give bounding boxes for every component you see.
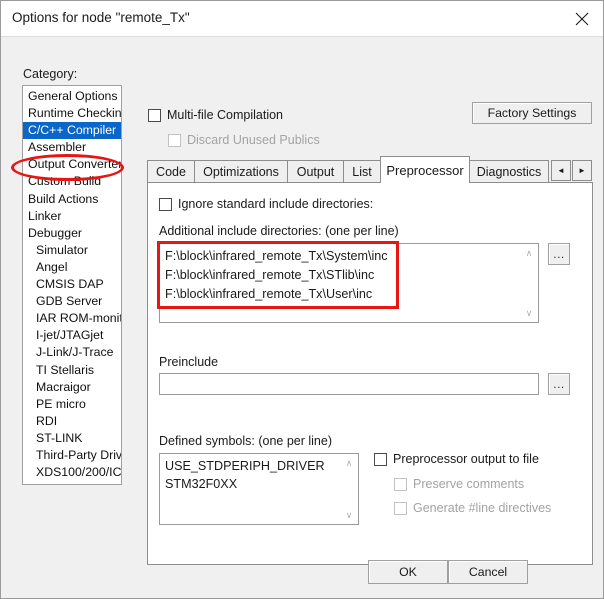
sidebar-item-cmsis-dap[interactable]: CMSIS DAP <box>23 276 121 293</box>
discard-unused-publics-label: Discard Unused Publics <box>187 133 320 147</box>
defined-symbols-value: USE_STDPERIPH_DRIVER STM32F0XX <box>165 459 325 491</box>
preserve-comments-label: Preserve comments <box>413 477 525 491</box>
tab-preprocessor[interactable]: Preprocessor <box>380 156 470 183</box>
sidebar-item-st-link[interactable]: ST-LINK <box>23 430 121 447</box>
tab-scroll-left-icon[interactable]: ◄ <box>551 160 571 181</box>
sidebar-item-debugger[interactable]: Debugger <box>23 225 121 242</box>
preprocessor-output-to-file-label: Preprocessor output to file <box>393 452 539 466</box>
window-title: Options for node "remote_Tx" <box>12 10 190 25</box>
checkbox-box <box>394 501 407 515</box>
preprocessor-tab-panel: Ignore standard include directories: Add… <box>147 182 593 565</box>
scroll-up-icon[interactable]: ∧ <box>341 455 357 471</box>
ignore-standard-includes-label: Ignore standard include directories: <box>178 197 374 211</box>
tab-diagnostics[interactable]: Diagnostics <box>469 160 549 182</box>
scroll-down-icon[interactable]: ∨ <box>521 305 537 321</box>
additional-includes-value: F:\block\infrared_remote_Tx\System\inc F… <box>165 249 388 301</box>
defined-symbols-label: Defined symbols: (one per line) <box>159 434 332 448</box>
factory-settings-button[interactable]: Factory Settings <box>472 102 592 124</box>
sidebar-item-rdi[interactable]: RDI <box>23 413 121 430</box>
additional-includes-input[interactable]: F:\block\infrared_remote_Tx\System\inc F… <box>159 243 539 323</box>
close-icon[interactable] <box>559 1 603 36</box>
tab-code[interactable]: Code <box>147 160 195 182</box>
defined-symbols-input[interactable]: USE_STDPERIPH_DRIVER STM32F0XX ∧ ∨ <box>159 453 359 525</box>
checkbox-box <box>374 452 387 466</box>
defined-symbols-scrollbar[interactable]: ∧ ∨ <box>341 455 357 523</box>
sidebar-item-runtime-checking[interactable]: Runtime Checking <box>23 105 121 122</box>
sidebar-item-ti-stellaris[interactable]: TI Stellaris <box>23 362 121 379</box>
category-list[interactable]: General Options Runtime Checking C/C++ Com… <box>22 85 122 485</box>
additional-includes-scrollbar[interactable]: ∧ ∨ <box>521 245 537 321</box>
tab-scroll-right-icon[interactable]: ► <box>572 160 592 181</box>
sidebar-item-j-link-j-trace[interactable]: J-Link/J-Trace <box>23 344 121 361</box>
sidebar-item-i-jet-jtagjet[interactable]: I-jet/JTAGjet <box>23 327 121 344</box>
sidebar-item-xds100-200-icdi[interactable]: XDS100/200/ICDI <box>23 464 121 481</box>
sidebar-item-macraigor[interactable]: Macraigor <box>23 379 121 396</box>
title-bar: Options for node "remote_Tx" <box>1 1 603 37</box>
discard-unused-publics-checkbox: Discard Unused Publics <box>168 133 320 147</box>
tab-list[interactable]: List <box>343 160 381 182</box>
sidebar-item-linker[interactable]: Linker <box>23 208 121 225</box>
checkbox-box <box>159 197 172 211</box>
multi-file-compilation-checkbox[interactable]: Multi-file Compilation <box>148 108 283 122</box>
sidebar-item-simulator[interactable]: Simulator <box>23 242 121 259</box>
chevron-right-icon: ► <box>578 165 586 175</box>
sidebar-item-third-party-driver[interactable]: Third-Party Driver <box>23 447 121 464</box>
sidebar-item-assembler[interactable]: Assembler <box>23 139 121 156</box>
sidebar-item-angel[interactable]: Angel <box>23 259 121 276</box>
browse-preinclude-button[interactable]: ... <box>548 373 570 395</box>
checkbox-box <box>168 133 181 147</box>
settings-panel: Factory Settings Multi-file Compilation … <box>133 54 593 565</box>
sidebar-item-c-c-compiler[interactable]: C/C++ Compiler <box>23 122 121 140</box>
sidebar-item-custom-build[interactable]: Custom Build <box>23 173 121 190</box>
cancel-button[interactable]: Cancel <box>448 560 528 584</box>
generate-line-directives-label: Generate #line directives <box>413 501 552 515</box>
tab-output[interactable]: Output <box>287 160 344 182</box>
browse-includes-button[interactable]: ... <box>548 243 570 265</box>
preinclude-input[interactable] <box>159 373 539 395</box>
additional-includes-label: Additional include directories: (one per… <box>159 224 399 238</box>
chevron-left-icon: ◄ <box>557 165 565 175</box>
checkbox-box <box>394 477 407 491</box>
category-label: Category: <box>23 67 78 81</box>
sidebar-item-pe-micro[interactable]: PE micro <box>23 396 121 413</box>
scroll-down-icon[interactable]: ∨ <box>341 507 357 523</box>
sidebar-item-iar-rom-monitor[interactable]: IAR ROM-monitor <box>23 310 121 327</box>
sidebar-item-output-converter[interactable]: Output Converter <box>23 156 121 173</box>
multi-file-compilation-label: Multi-file Compilation <box>167 108 284 122</box>
sidebar-item-build-actions[interactable]: Build Actions <box>23 191 121 208</box>
options-dialog: Options for node "remote_Tx" Category: G… <box>0 0 604 599</box>
preprocessor-output-to-file-checkbox[interactable]: Preprocessor output to file <box>374 452 539 466</box>
scroll-up-icon[interactable]: ∧ <box>521 245 537 261</box>
checkbox-box <box>148 108 161 122</box>
generate-line-directives-checkbox: Generate #line directives <box>394 501 551 515</box>
dialog-body: Category: General Options Runtime Checkin… <box>1 37 603 598</box>
tab-optimizations[interactable]: Optimizations <box>194 160 288 182</box>
tab-strip[interactable]: Code Optimizations Output List Preprocessor D… <box>147 156 593 183</box>
ignore-standard-includes-checkbox[interactable]: Ignore standard include directories: <box>159 197 373 211</box>
preserve-comments-checkbox: Preserve comments <box>394 477 524 491</box>
ok-button[interactable]: OK <box>368 560 448 584</box>
sidebar-item-gdb-server[interactable]: GDB Server <box>23 293 121 310</box>
preinclude-label: Preinclude <box>159 355 219 369</box>
sidebar-item-general-options[interactable]: General Options <box>23 88 121 105</box>
